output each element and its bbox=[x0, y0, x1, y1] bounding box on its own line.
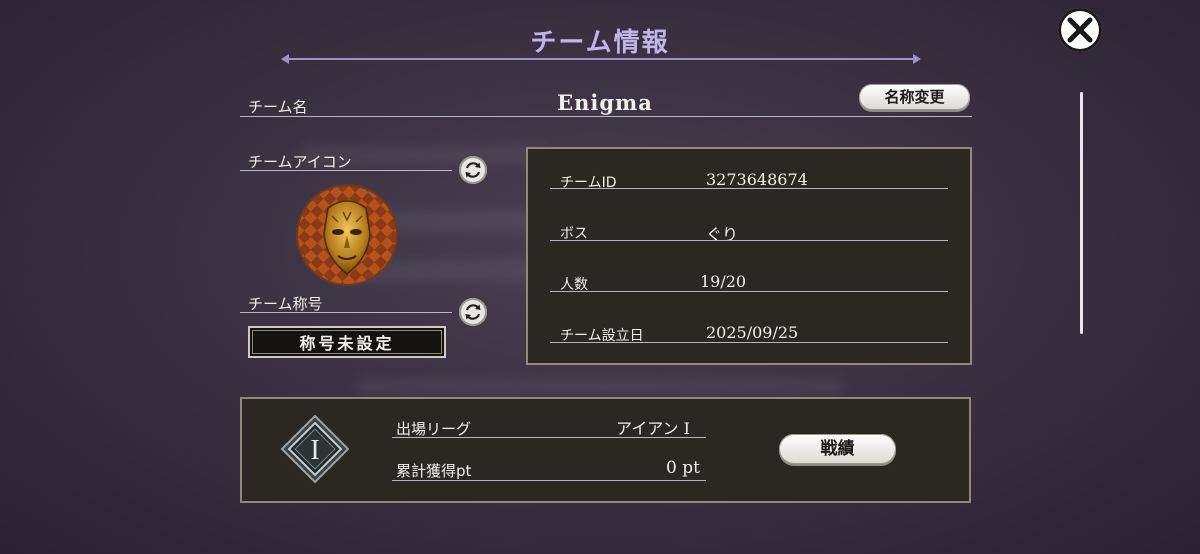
team-title-label: チーム称号 bbox=[248, 295, 323, 313]
team-id-value: 3273648674 bbox=[706, 170, 808, 189]
points-value: 0 pt bbox=[666, 458, 700, 478]
members-value: 19/20 bbox=[700, 272, 747, 291]
divider bbox=[550, 291, 948, 292]
divider bbox=[550, 240, 948, 241]
founded-date-value: 2025/09/25 bbox=[706, 323, 799, 342]
divider bbox=[392, 437, 706, 438]
refresh-icon bbox=[465, 162, 481, 178]
close-button[interactable] bbox=[1058, 8, 1102, 52]
team-name-value: Enigma bbox=[557, 90, 653, 115]
divider bbox=[240, 170, 452, 171]
refresh-icon bbox=[465, 304, 481, 320]
divider bbox=[240, 116, 972, 117]
scrollbar[interactable] bbox=[1080, 92, 1083, 334]
close-icon bbox=[1067, 17, 1093, 43]
team-emblem[interactable] bbox=[298, 186, 396, 284]
rename-button[interactable]: 名称変更 bbox=[859, 84, 970, 110]
team-id-label: チームID bbox=[560, 175, 617, 191]
rank-diamond-icon: I bbox=[280, 414, 350, 484]
page-title: チーム情報 bbox=[530, 28, 670, 58]
rank-letter: I bbox=[310, 435, 319, 466]
title-divider bbox=[281, 54, 921, 64]
stone-mask-emblem-icon bbox=[298, 186, 396, 284]
boss-value: ぐり bbox=[706, 225, 739, 244]
divider bbox=[550, 342, 948, 343]
change-icon-button[interactable] bbox=[459, 156, 487, 184]
points-label: 累計獲得pt bbox=[396, 462, 472, 480]
divider bbox=[240, 312, 452, 313]
team-title-plate: 称号未設定 bbox=[248, 326, 446, 358]
stats-button[interactable]: 戦績 bbox=[779, 434, 896, 464]
league-label: 出場リーグ bbox=[396, 420, 472, 438]
rank-badge: I bbox=[280, 414, 350, 484]
divider bbox=[550, 188, 948, 189]
team-icon-label: チームアイコン bbox=[248, 153, 352, 171]
league-value: アイアン I bbox=[616, 419, 690, 438]
change-title-button[interactable] bbox=[459, 298, 487, 326]
divider bbox=[392, 480, 706, 481]
